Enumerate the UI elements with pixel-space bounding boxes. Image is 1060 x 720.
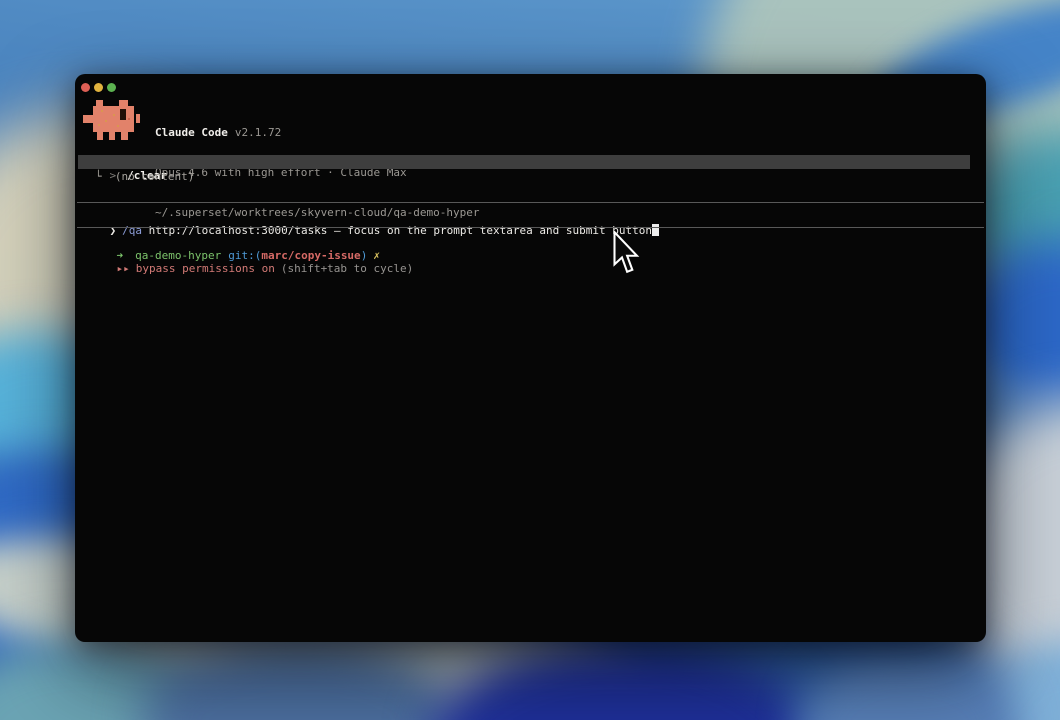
app-title-line: Claude Code v2.1.72: [155, 126, 480, 139]
mode-label: bypass permissions on: [135, 262, 275, 275]
minimize-button[interactable]: [94, 83, 103, 92]
claude-code-logo-icon: [83, 100, 140, 140]
terminal-window: Claude Code v2.1.72 Opus 4.6 with high ef…: [75, 74, 986, 642]
window-controls: [81, 83, 116, 92]
divider-top: [77, 202, 984, 203]
mode-chevrons-icon: ▸▸: [116, 262, 130, 275]
permissions-mode-line: ▸▸ bypass permissions on (shift+tab to cyc…: [90, 249, 414, 288]
history-command-row: >/clear: [78, 155, 970, 182]
text-cursor-icon: [651, 224, 659, 236]
version-text: v2.1.72: [234, 125, 282, 139]
zoom-button[interactable]: [107, 83, 116, 92]
history-result: └ (no content): [95, 170, 195, 183]
app-title: Claude Code: [155, 125, 228, 139]
mouse-cursor-icon: [613, 231, 640, 274]
divider-bottom: [77, 227, 984, 228]
close-button[interactable]: [81, 83, 90, 92]
mode-hint: (shift+tab to cycle): [280, 262, 414, 275]
